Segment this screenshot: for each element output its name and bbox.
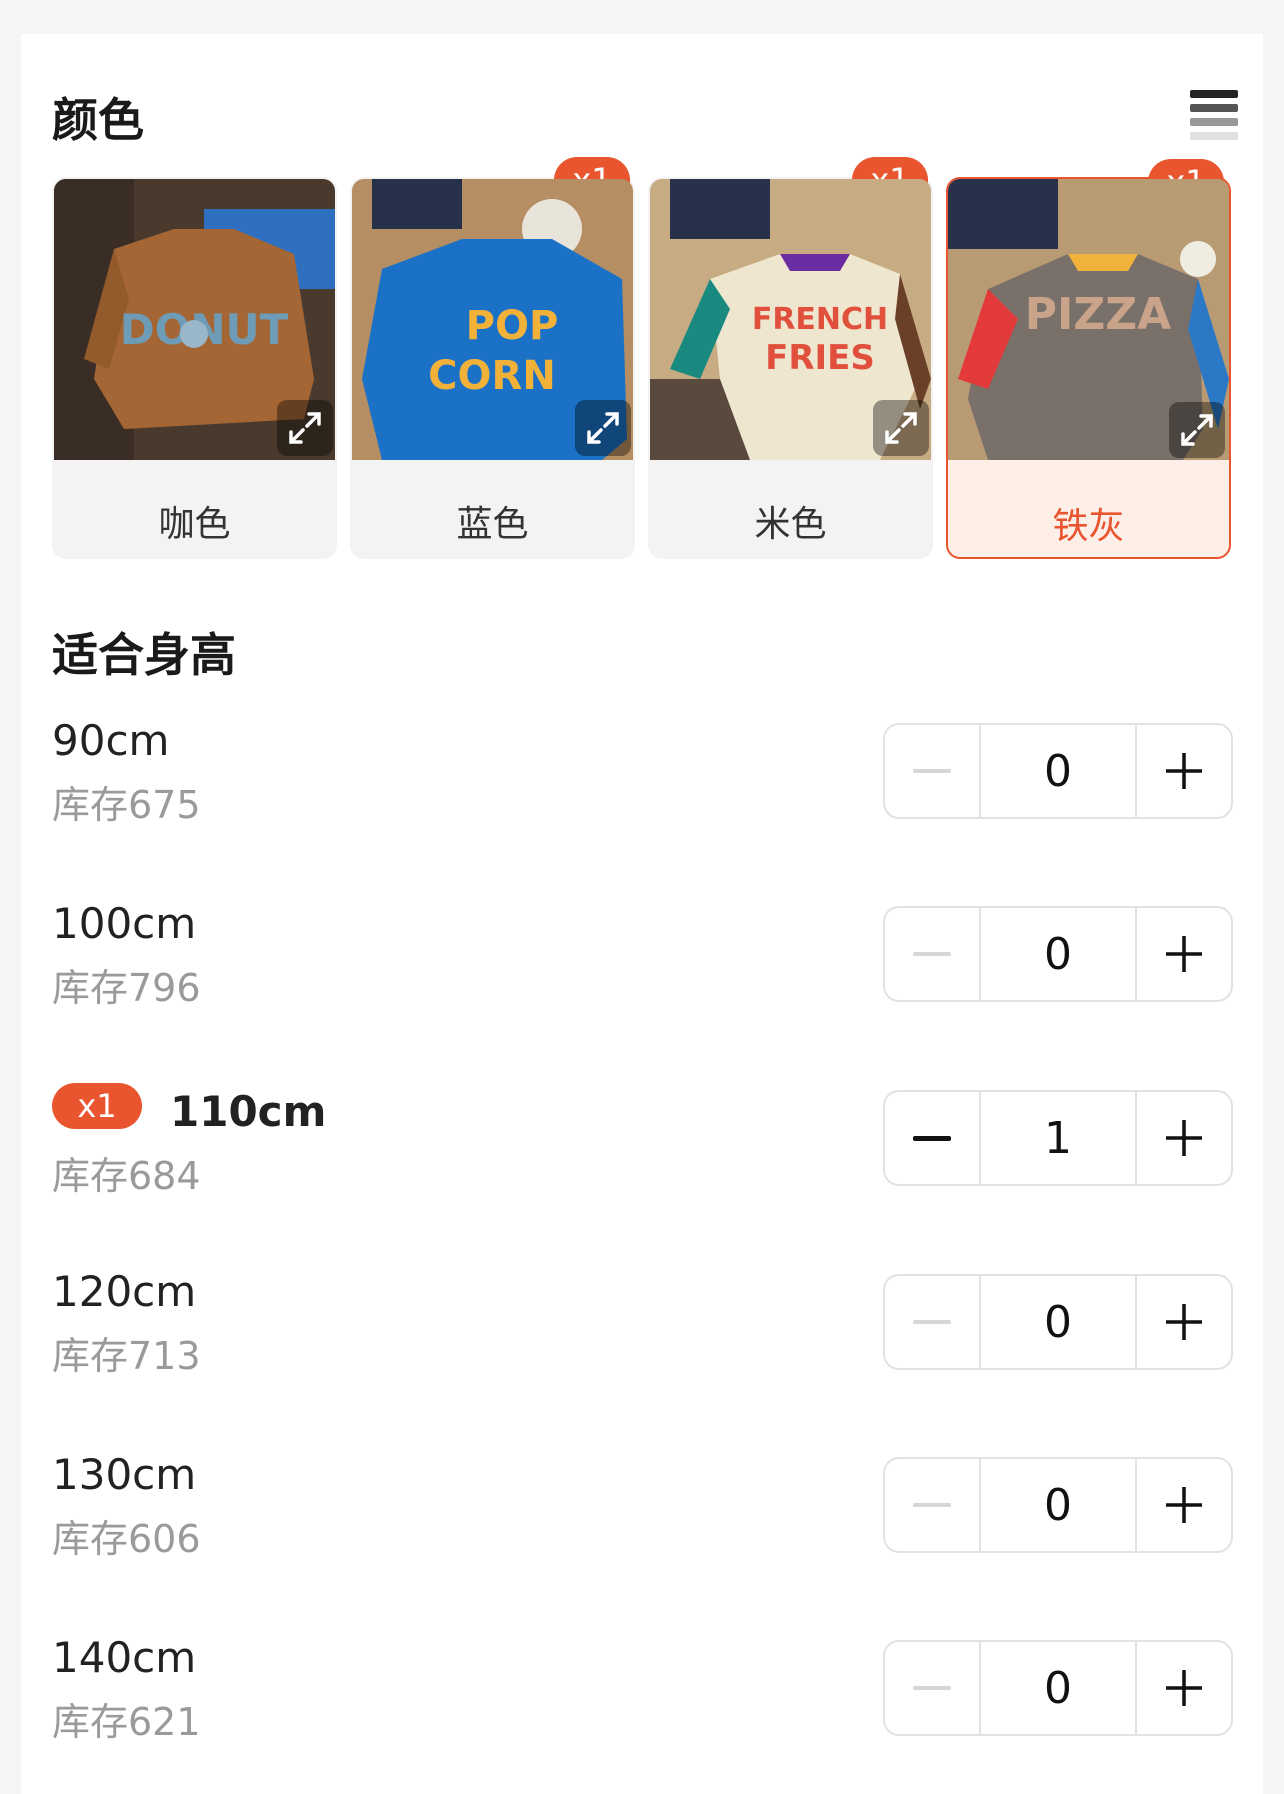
color-option-blue[interactable]: x1 POP CORN 蓝色 xyxy=(350,157,635,559)
color-option-label: 咖色 xyxy=(158,504,231,545)
size-label: 110cm xyxy=(170,1087,327,1136)
color-option-iron-gray[interactable]: x1 PIZZA 铁灰 xyxy=(946,159,1231,559)
size-row: 140cm 库存621 0 xyxy=(21,1633,1263,1763)
decrement-button[interactable] xyxy=(885,908,979,1000)
minus-icon xyxy=(913,769,951,773)
svg-text:FRENCH: FRENCH xyxy=(752,302,888,337)
quantity-value[interactable]: 0 xyxy=(979,725,1137,817)
quantity-stepper: 0 xyxy=(883,1640,1233,1736)
minus-icon xyxy=(913,1320,951,1324)
decrement-button[interactable] xyxy=(885,1276,979,1368)
plus-icon xyxy=(1166,936,1202,972)
color-option-brown[interactable]: DONUT 咖色 xyxy=(52,177,337,559)
quantity-stepper: 0 xyxy=(883,906,1233,1002)
size-row: 130cm 库存606 0 xyxy=(21,1450,1263,1580)
quantity-value[interactable]: 1 xyxy=(979,1092,1137,1184)
expand-icon[interactable] xyxy=(277,400,333,456)
decrement-button[interactable] xyxy=(885,1459,979,1551)
plus-icon xyxy=(1166,1304,1202,1340)
increment-button[interactable] xyxy=(1137,1459,1231,1551)
selected-qty-badge: x1 xyxy=(52,1083,142,1129)
quantity-value[interactable]: 0 xyxy=(979,1459,1137,1551)
expand-icon[interactable] xyxy=(575,400,631,456)
color-option-label: 米色 xyxy=(754,504,827,545)
plus-icon xyxy=(1166,1670,1202,1706)
size-label: 120cm xyxy=(52,1267,197,1316)
decrement-button[interactable] xyxy=(885,1092,979,1184)
quantity-value[interactable]: 0 xyxy=(979,1276,1137,1368)
stock-count: 库存675 xyxy=(52,783,201,827)
increment-button[interactable] xyxy=(1137,908,1231,1000)
size-label: 90cm xyxy=(52,716,170,765)
plus-icon xyxy=(1166,1487,1202,1523)
minus-icon xyxy=(913,1135,951,1141)
plus-icon xyxy=(1166,1120,1202,1156)
decrement-button[interactable] xyxy=(885,725,979,817)
stock-count: 库存606 xyxy=(52,1517,201,1561)
increment-button[interactable] xyxy=(1137,1642,1231,1734)
increment-button[interactable] xyxy=(1137,1092,1231,1184)
minus-icon xyxy=(913,1503,951,1507)
size-label: 140cm xyxy=(52,1633,197,1682)
increment-button[interactable] xyxy=(1137,725,1231,817)
svg-text:FRIES: FRIES xyxy=(765,338,875,378)
sku-panel: 颜色 DONUT 咖色 x1 xyxy=(21,34,1263,1794)
minus-icon xyxy=(913,1686,951,1690)
stock-count: 库存713 xyxy=(52,1334,201,1378)
svg-text:CORN: CORN xyxy=(428,353,556,399)
increment-button[interactable] xyxy=(1137,1276,1231,1368)
quantity-stepper: 0 xyxy=(883,1274,1233,1370)
size-section-title: 适合身高 xyxy=(52,628,236,682)
stock-count: 库存684 xyxy=(52,1154,201,1198)
list-view-icon[interactable] xyxy=(1190,90,1238,140)
decrement-button[interactable] xyxy=(885,1642,979,1734)
expand-icon[interactable] xyxy=(873,400,929,456)
quantity-stepper: 0 xyxy=(883,723,1233,819)
quantity-stepper: 1 xyxy=(883,1090,1233,1186)
size-label: 130cm xyxy=(52,1450,197,1499)
svg-text:PIZZA: PIZZA xyxy=(1025,289,1171,340)
svg-text:POP: POP xyxy=(466,303,559,349)
size-row: x1 110cm 库存684 1 xyxy=(21,1083,1263,1213)
size-row: 120cm 库存713 0 xyxy=(21,1267,1263,1397)
size-row: 100cm 库存796 0 xyxy=(21,899,1263,1029)
color-section-title: 颜色 xyxy=(52,93,144,147)
color-option-label: 蓝色 xyxy=(456,504,529,545)
plus-icon xyxy=(1166,753,1202,789)
quantity-stepper: 0 xyxy=(883,1457,1233,1553)
size-row: 90cm 库存675 0 xyxy=(21,716,1263,846)
color-option-label: 铁灰 xyxy=(1052,506,1125,547)
color-option-beige[interactable]: x1 FRENCH FRIES 米色 xyxy=(648,157,933,559)
size-label: 100cm xyxy=(52,899,197,948)
quantity-value[interactable]: 0 xyxy=(979,908,1137,1000)
stock-count: 库存621 xyxy=(52,1700,201,1744)
stock-count: 库存796 xyxy=(52,966,201,1010)
minus-icon xyxy=(913,952,951,956)
quantity-value[interactable]: 0 xyxy=(979,1642,1137,1734)
expand-icon[interactable] xyxy=(1169,402,1225,458)
